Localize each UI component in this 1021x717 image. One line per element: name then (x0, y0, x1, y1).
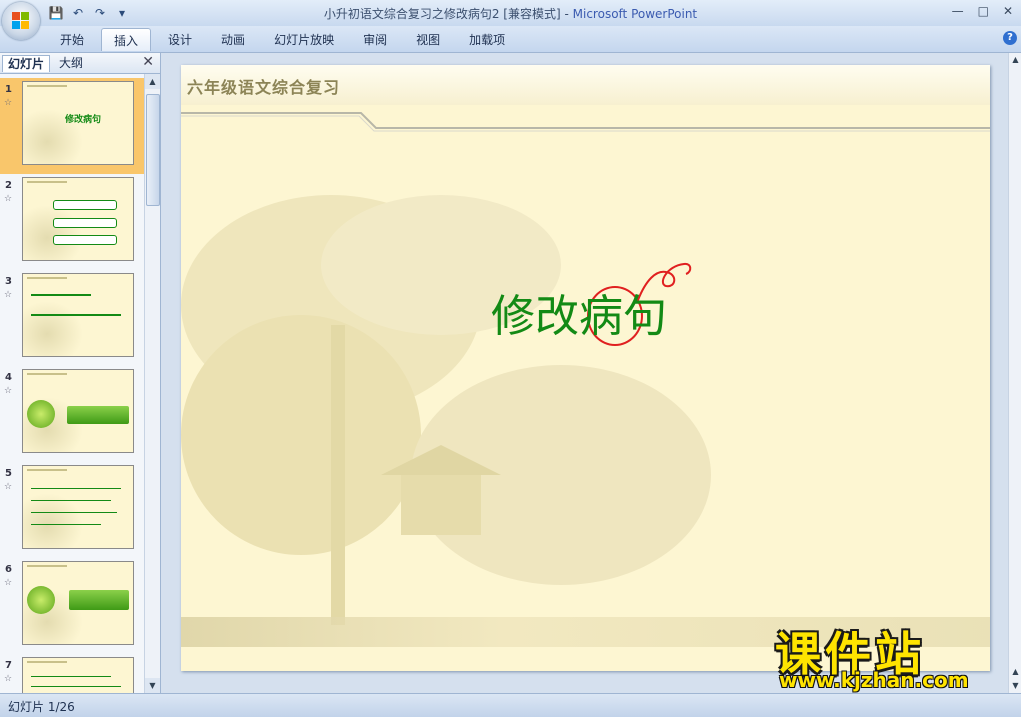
scroll-up-icon[interactable]: ▲ (145, 74, 160, 89)
slide-thumbnail-1[interactable]: 1 ☆ 修改病句 (0, 78, 144, 174)
current-slide[interactable]: 六年级语文综合复习 修改病句 (181, 65, 990, 671)
slide-editor: 六年级语文综合复习 修改病句 (161, 53, 1008, 693)
close-pane-icon[interactable]: ✕ (142, 54, 154, 70)
watermark-logo: 课件站 www.kjzhan.com (775, 618, 1005, 693)
tab-review[interactable]: 审阅 (351, 28, 399, 50)
help-icon[interactable]: ? (1003, 31, 1017, 45)
thumb-title: 修改病句 (65, 115, 102, 125)
animation-star-icon: ☆ (4, 482, 13, 492)
slide-number: 1 (5, 84, 12, 95)
thumbnail-image (22, 273, 134, 357)
ribbon: 开始 插入 设计 动画 幻灯片放映 审阅 视图 加载项 ? (0, 26, 1021, 53)
animation-star-icon: ☆ (4, 290, 13, 300)
slide-number: 2 (5, 180, 12, 191)
animation-star-icon: ☆ (4, 386, 13, 396)
slide-thumbnail-3[interactable]: 3 ☆ (0, 270, 144, 366)
next-slide-icon[interactable]: ▼ (1009, 679, 1021, 693)
office-logo-icon (12, 12, 30, 30)
window-controls: — □ ✕ (952, 4, 1013, 18)
thumbnail-image (22, 369, 134, 453)
slide-main-title[interactable]: 修改病句 (491, 280, 667, 344)
thumbnail-image (22, 465, 134, 549)
slide-thumbnail-6[interactable]: 6 ☆ (0, 558, 144, 654)
tab-addins[interactable]: 加载项 (457, 28, 517, 50)
minimize-icon[interactable]: — (952, 4, 964, 18)
slide-thumbnail-2[interactable]: 2 ☆ (0, 174, 144, 270)
close-icon[interactable]: ✕ (1003, 4, 1013, 18)
thumbnail-image: 修改病句 (22, 81, 134, 165)
scroll-thumb[interactable] (146, 94, 160, 206)
status-bar: 幻灯片 1/26 (0, 693, 1021, 717)
slide-thumbnail-7[interactable]: 7 ☆ (0, 654, 144, 693)
watermark-url: www.kjzhan.com (779, 668, 969, 692)
app-name: Microsoft PowerPoint (572, 7, 698, 21)
tab-design[interactable]: 设计 (156, 28, 204, 50)
ribbon-tabs: 开始 插入 设计 动画 幻灯片放映 审阅 视图 加载项 (48, 28, 522, 51)
thumbnail-image (22, 657, 134, 693)
tab-animations[interactable]: 动画 (209, 28, 257, 50)
slide-number: 3 (5, 276, 12, 287)
tab-slides[interactable]: 幻灯片 (2, 55, 51, 72)
slide-number: 4 (5, 372, 12, 383)
thumbnail-list: 1 ☆ 修改病句 2 ☆ 3 ☆ 4 ☆ 5 ☆ 6 ☆ 7 ☆ (0, 74, 144, 693)
title-bar: 💾 ↶ ↷ ▾ 小升初语文综合复习之修改病句2 [兼容模式] - Microso… (0, 0, 1021, 26)
slide-thumbnail-4[interactable]: 4 ☆ (0, 366, 144, 462)
animation-star-icon: ☆ (4, 194, 13, 204)
tree-background-image (181, 195, 711, 625)
scroll-down-icon[interactable]: ▼ (145, 678, 160, 693)
slide-number: 7 (5, 660, 12, 671)
tab-outline[interactable]: 大纲 (54, 55, 88, 71)
slide-number: 6 (5, 564, 12, 575)
previous-slide-icon[interactable]: ▲ (1009, 665, 1021, 679)
thumbnail-image (22, 177, 134, 261)
office-button[interactable] (2, 2, 40, 40)
slide-number: 5 (5, 468, 12, 479)
header-divider-line (181, 112, 990, 132)
maximize-icon[interactable]: □ (978, 4, 989, 18)
animation-star-icon: ☆ (4, 98, 13, 108)
animation-star-icon: ☆ (4, 578, 13, 588)
thumbnail-image (22, 561, 134, 645)
slide-thumbnail-5[interactable]: 5 ☆ (0, 462, 144, 558)
slide-counter: 幻灯片 1/26 (8, 700, 75, 714)
editor-scrollbar[interactable]: ▲ ▲ ▼ (1008, 53, 1021, 693)
window-title: 小升初语文综合复习之修改病句2 [兼容模式] - Microsoft Power… (323, 7, 698, 21)
animation-star-icon: ☆ (4, 674, 13, 684)
tab-view[interactable]: 视图 (404, 28, 452, 50)
thumbnail-scrollbar[interactable]: ▲ ▼ (144, 74, 160, 693)
tab-slideshow[interactable]: 幻灯片放映 (262, 28, 346, 50)
slide-header-title[interactable]: 六年级语文综合复习 (187, 74, 340, 98)
slides-pane: 幻灯片 大纲 ✕ 1 ☆ 修改病句 2 ☆ 3 ☆ 4 ☆ 5 ☆ 6 ☆ 7 … (0, 53, 161, 693)
document-name: 小升初语文综合复习之修改病句2 [兼容模式] (323, 7, 561, 21)
scroll-up-icon[interactable]: ▲ (1009, 53, 1021, 67)
tab-home[interactable]: 开始 (48, 28, 96, 50)
tab-insert[interactable]: 插入 (101, 28, 152, 51)
pane-tabs: 幻灯片 大纲 ✕ (0, 53, 160, 74)
